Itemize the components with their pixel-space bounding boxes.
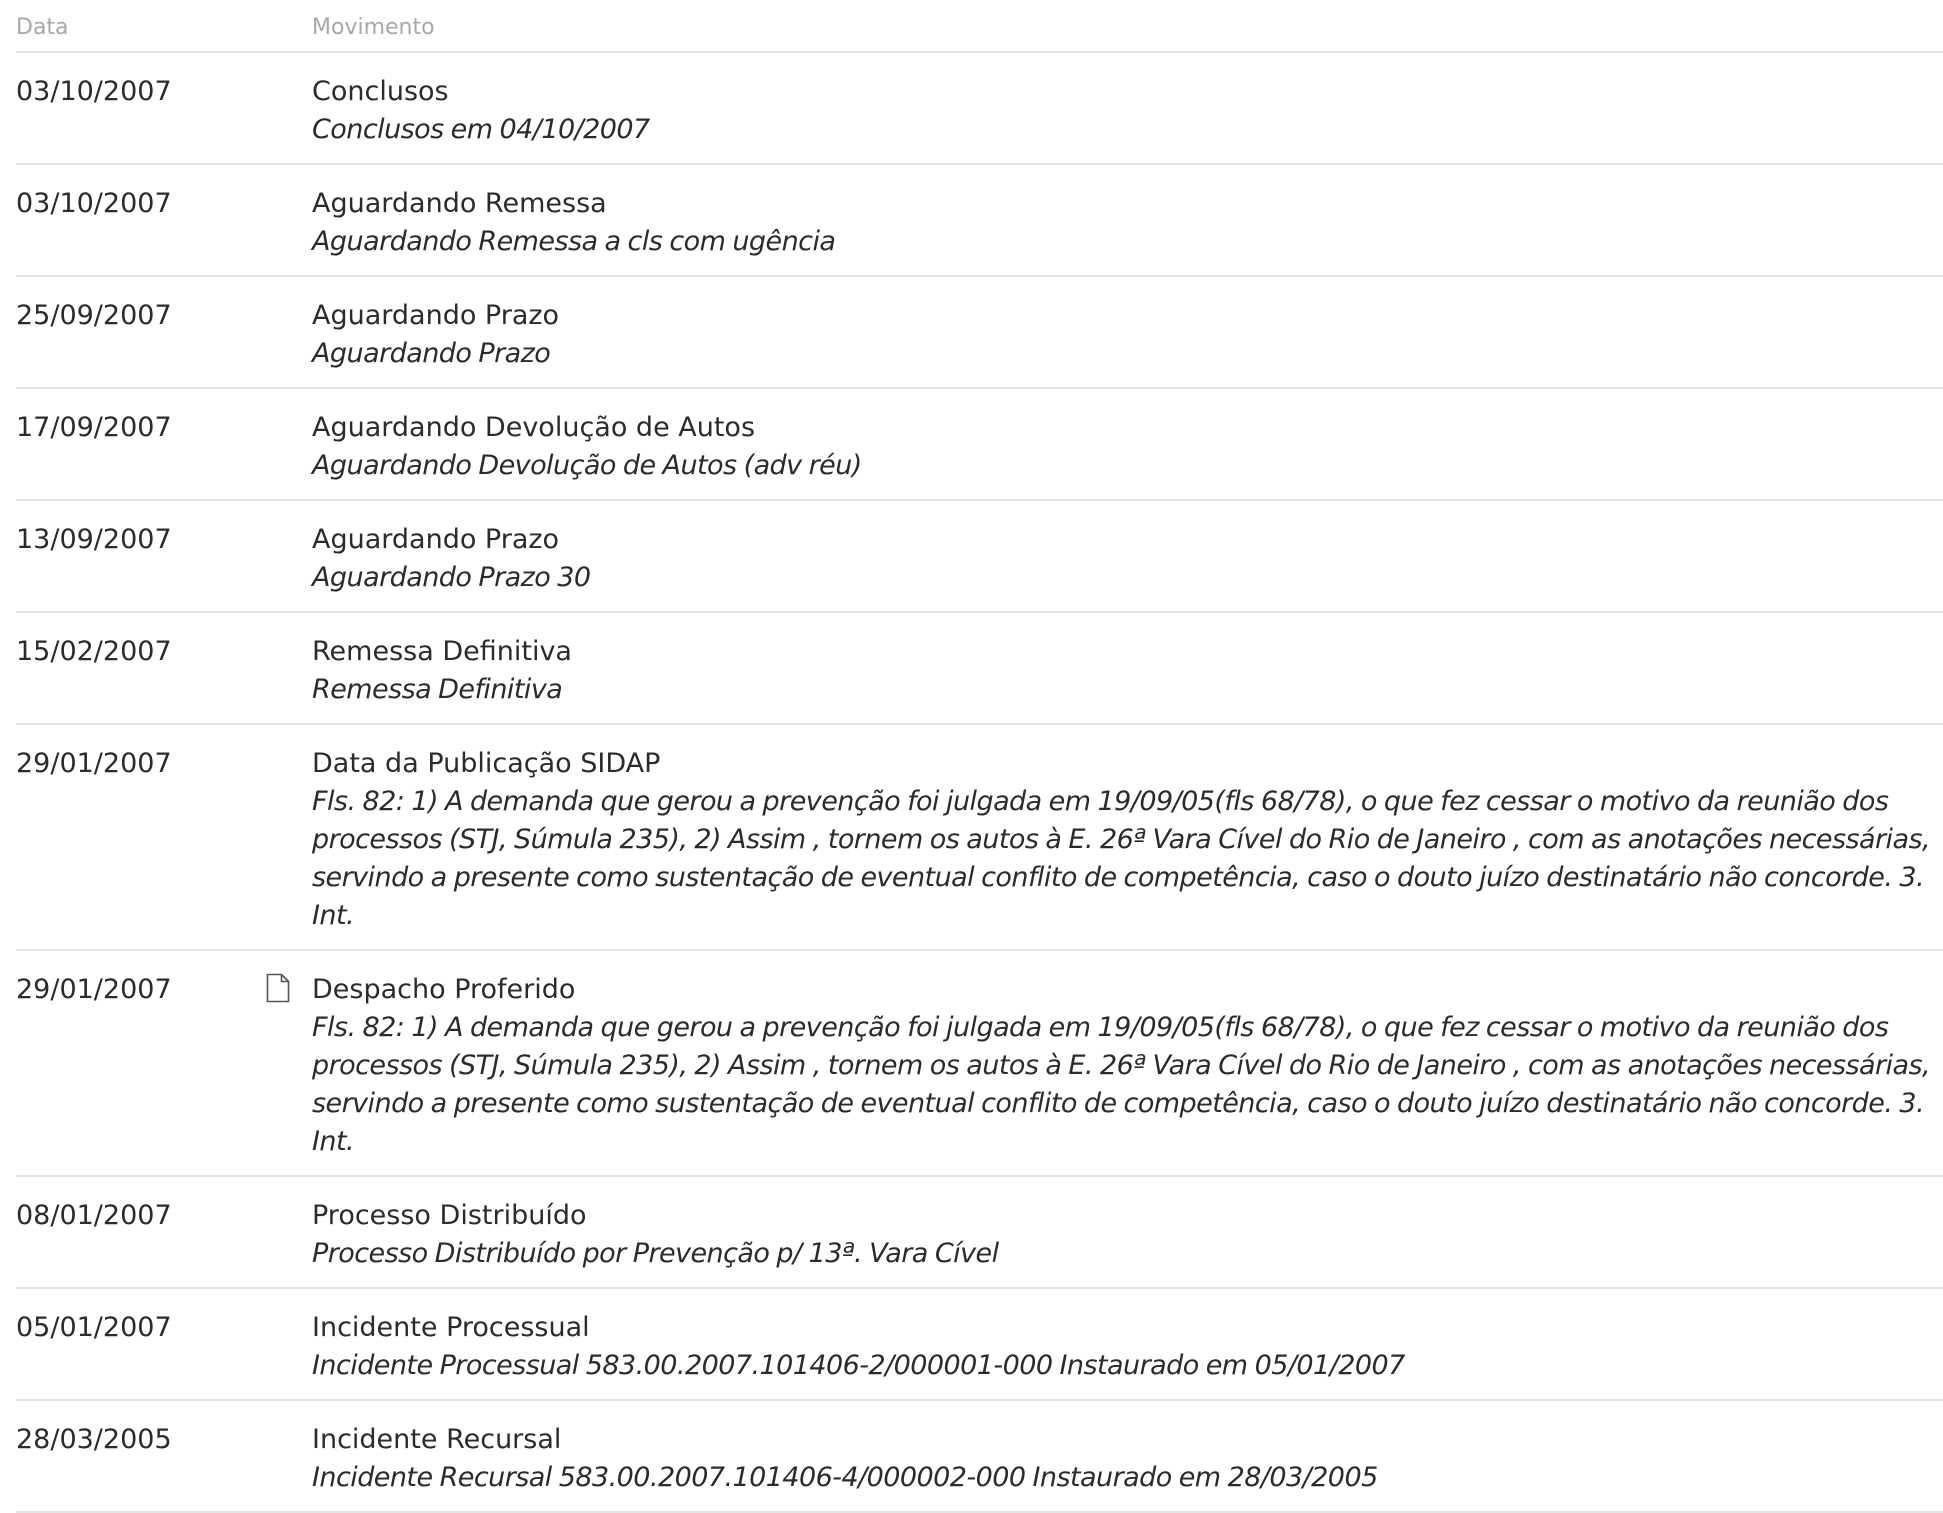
row-movement: Conclusos Conclusos em 04/10/2007 bbox=[312, 73, 1943, 149]
row-date: 03/10/2007 bbox=[16, 76, 172, 107]
movement-description: Aguardando Prazo bbox=[312, 338, 551, 369]
table-row: 28/03/2005 Incidente Recursal Incidente … bbox=[16, 1401, 1943, 1513]
movement-description: Aguardando Remessa a cls com ugência bbox=[312, 226, 836, 257]
movement-title: Aguardando Prazo bbox=[312, 300, 560, 331]
document-icon[interactable] bbox=[266, 973, 290, 1003]
movement-title: Incidente Recursal bbox=[312, 1424, 562, 1455]
table-row: 03/10/2007 Conclusos Conclusos em 04/10/… bbox=[16, 53, 1943, 165]
header-movement: Movimento bbox=[312, 15, 435, 40]
row-movement: Incidente Processual Incidente Processua… bbox=[312, 1309, 1943, 1385]
movement-description: Conclusos em 04/10/2007 bbox=[312, 114, 650, 145]
movement-description: Aguardando Prazo 30 bbox=[312, 562, 591, 593]
row-date: 03/10/2007 bbox=[16, 188, 172, 219]
row-movement: Remessa Definitiva Remessa Definitiva bbox=[312, 633, 1943, 709]
movement-title: Data da Publicação SIDAP bbox=[312, 748, 661, 779]
movement-title: Incidente Processual bbox=[312, 1312, 590, 1343]
movement-title: Aguardando Devolução de Autos bbox=[312, 412, 756, 443]
row-movement: Data da Publicação SIDAP Fls. 82: 1) A d… bbox=[312, 745, 1943, 935]
row-movement: Processo Distribuído Processo Distribuíd… bbox=[312, 1197, 1943, 1273]
table-row: 13/09/2007 Aguardando Prazo Aguardando P… bbox=[16, 501, 1943, 613]
row-movement: Aguardando Prazo Aguardando Prazo bbox=[312, 297, 1943, 373]
row-date: 25/09/2007 bbox=[16, 300, 172, 331]
table-row: 08/01/2007 Processo Distribuído Processo… bbox=[16, 1177, 1943, 1289]
table-row: 15/02/2007 Remessa Definitiva Remessa De… bbox=[16, 613, 1943, 725]
movement-description: Processo Distribuído por Prevenção p/ 13… bbox=[312, 1238, 999, 1269]
row-date-text: 29/01/2007 bbox=[16, 974, 172, 1005]
row-date: 17/09/2007 bbox=[16, 412, 172, 443]
header-date: Data bbox=[16, 15, 69, 40]
movement-description: Fls. 82: 1) A demanda que gerou a preven… bbox=[312, 1012, 1931, 1157]
row-movement: Aguardando Remessa Aguardando Remessa a … bbox=[312, 185, 1943, 261]
row-date: 13/09/2007 bbox=[16, 524, 172, 555]
movement-title: Remessa Definitiva bbox=[312, 636, 572, 667]
row-movement: Aguardando Devolução de Autos Aguardando… bbox=[312, 409, 1943, 485]
table-row: 25/09/2007 Aguardando Prazo Aguardando P… bbox=[16, 277, 1943, 389]
row-date: 29/01/2007 bbox=[16, 971, 312, 1161]
row-date: 29/01/2007 bbox=[16, 748, 172, 779]
table-row: 05/01/2007 Incidente Processual Incident… bbox=[16, 1289, 1943, 1401]
movement-description: Incidente Processual 583.00.2007.101406-… bbox=[312, 1350, 1405, 1381]
movement-title: Conclusos bbox=[312, 76, 449, 107]
movements-table: Data Movimento 03/10/2007 Conclusos Conc… bbox=[16, 0, 1943, 1513]
table-header: Data Movimento bbox=[16, 0, 1943, 53]
movement-description: Aguardando Devolução de Autos (adv réu) bbox=[312, 450, 862, 481]
movement-title: Processo Distribuído bbox=[312, 1200, 587, 1231]
movement-description: Fls. 82: 1) A demanda que gerou a preven… bbox=[312, 786, 1931, 931]
movement-description: Incidente Recursal 583.00.2007.101406-4/… bbox=[312, 1462, 1378, 1493]
movement-title: Aguardando Prazo bbox=[312, 524, 560, 555]
table-row: 17/09/2007 Aguardando Devolução de Autos… bbox=[16, 389, 1943, 501]
movement-description: Remessa Definitiva bbox=[312, 674, 563, 705]
movement-title: Despacho Proferido bbox=[312, 974, 576, 1005]
table-row: 29/01/2007 Data da Publicação SIDAP Fls.… bbox=[16, 725, 1943, 951]
row-date: 05/01/2007 bbox=[16, 1312, 172, 1343]
row-date: 08/01/2007 bbox=[16, 1200, 172, 1231]
row-date: 28/03/2005 bbox=[16, 1424, 172, 1455]
row-movement: Despacho Proferido Fls. 82: 1) A demanda… bbox=[312, 971, 1943, 1161]
row-movement: Aguardando Prazo Aguardando Prazo 30 bbox=[312, 521, 1943, 597]
row-date: 15/02/2007 bbox=[16, 636, 172, 667]
table-row: 03/10/2007 Aguardando Remessa Aguardando… bbox=[16, 165, 1943, 277]
table-row: 29/01/2007 Despacho Proferido Fls. 82: 1… bbox=[16, 951, 1943, 1177]
movement-title: Aguardando Remessa bbox=[312, 188, 607, 219]
row-movement: Incidente Recursal Incidente Recursal 58… bbox=[312, 1421, 1943, 1497]
